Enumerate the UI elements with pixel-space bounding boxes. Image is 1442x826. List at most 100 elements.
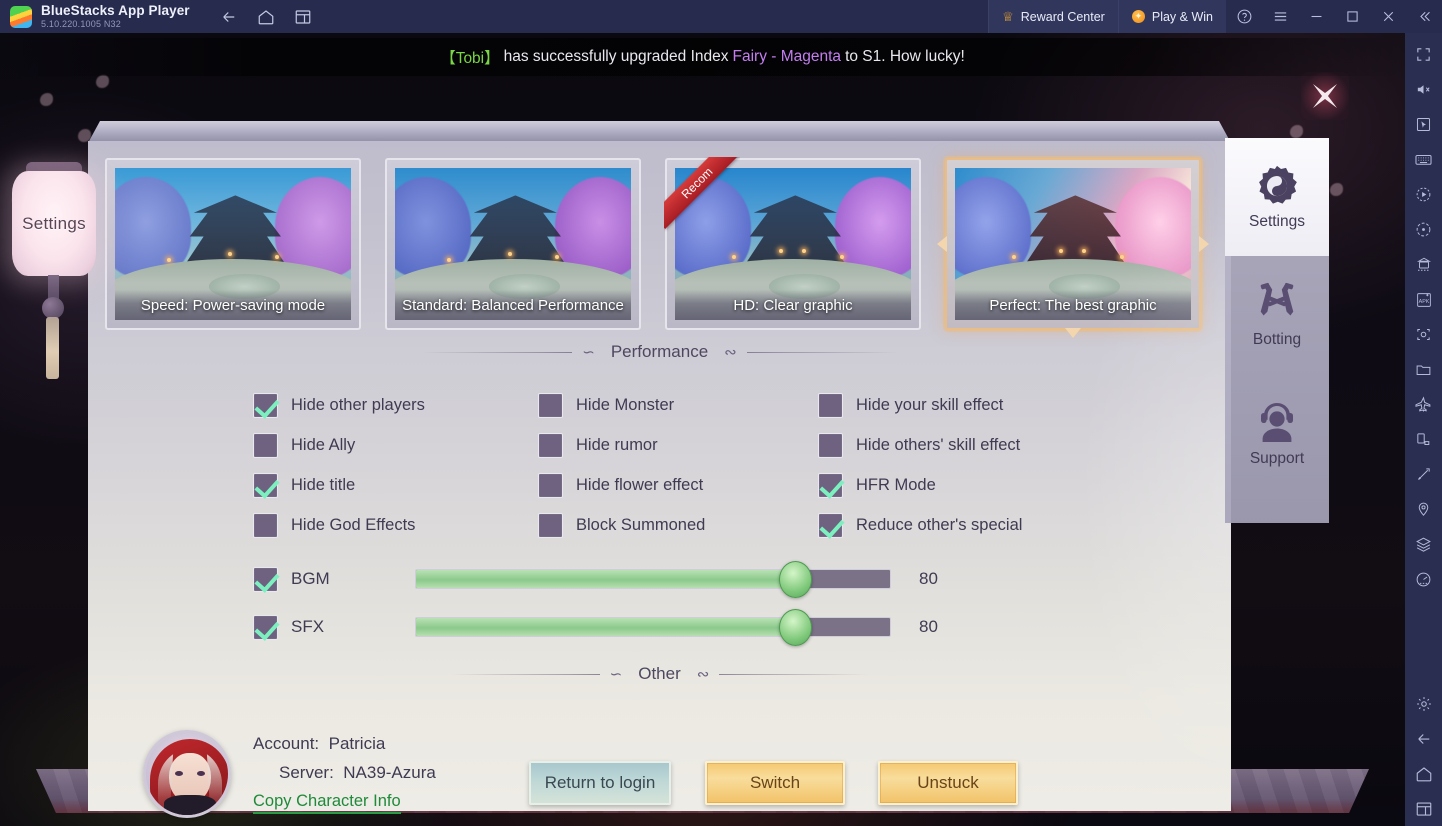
titlebar-nav-group	[212, 2, 320, 32]
preset-standard[interactable]: Standard: Balanced Performance	[385, 158, 641, 330]
settings-lantern-tab[interactable]: Settings	[6, 162, 100, 411]
option-label: Hide others' skill effect	[856, 436, 1021, 454]
performance-button[interactable]	[1405, 562, 1442, 597]
bluestacks-settings-button[interactable]	[1405, 686, 1442, 721]
notification-end-text: to S1. How lucky!	[845, 48, 965, 65]
option-hide-title[interactable]: Hide title	[253, 473, 538, 498]
bgm-slider-fill	[416, 570, 796, 588]
checkbox[interactable]	[538, 433, 563, 458]
close-button[interactable]	[1370, 0, 1406, 33]
checkbox[interactable]	[538, 473, 563, 498]
option-hfr-mode[interactable]: HFR Mode	[818, 473, 1118, 498]
checkbox[interactable]	[253, 393, 278, 418]
checkbox[interactable]	[538, 513, 563, 538]
minimize-button[interactable]	[1298, 0, 1334, 33]
preset-speed[interactable]: Speed: Power-saving mode	[105, 158, 361, 330]
unstuck-button[interactable]: Unstuck	[878, 761, 1018, 805]
other-section-header: ∽ Other ∾	[88, 661, 1231, 687]
sfx-label: SFX	[291, 617, 325, 636]
pointer-button[interactable]	[1405, 107, 1442, 142]
avatar[interactable]	[143, 730, 231, 818]
app-title-block: BlueStacks App Player 5.10.220.1005 N32	[41, 4, 190, 30]
back-button[interactable]	[212, 2, 246, 32]
layers-button[interactable]	[1405, 527, 1442, 562]
notification-close-button[interactable]	[1297, 68, 1353, 124]
rail-botting[interactable]: Botting	[1225, 256, 1329, 374]
option-hide-flower-effect[interactable]: Hide flower effect	[538, 473, 818, 498]
checkbox[interactable]	[253, 473, 278, 498]
home-button[interactable]	[249, 2, 283, 32]
reward-center-label: Reward Center	[1020, 9, 1105, 24]
performance-icon	[1416, 572, 1431, 587]
arrow-left-icon	[222, 11, 234, 22]
play-and-win-button[interactable]: ✦ Play & Win	[1117, 0, 1226, 33]
rotate-button[interactable]	[1405, 422, 1442, 457]
install-apk-button[interactable]: APK	[1405, 282, 1442, 317]
recents-icon	[1416, 801, 1431, 816]
sfx-checkbox[interactable]	[253, 614, 278, 640]
checkbox[interactable]	[538, 393, 563, 418]
checkbox[interactable]	[818, 473, 843, 498]
rail-settings[interactable]: Settings	[1225, 138, 1329, 256]
copy-character-info-link[interactable]: Copy Character Info	[253, 792, 401, 814]
bgm-slider-knob[interactable]	[778, 560, 812, 598]
sfx-slider-track[interactable]	[415, 608, 891, 646]
divider-left	[449, 673, 600, 675]
macro-button[interactable]	[1405, 212, 1442, 247]
trim-button[interactable]	[1405, 457, 1442, 492]
account-block: Account: Patricia Server: NA39-Azura Cop…	[143, 730, 436, 818]
checkbox[interactable]	[818, 433, 843, 458]
option-hide-your-skill-effect[interactable]: Hide your skill effect	[818, 393, 1118, 418]
android-recents-button[interactable]	[1405, 791, 1442, 826]
record-button[interactable]	[1405, 177, 1442, 212]
rail-label: Support	[1249, 450, 1305, 467]
divider-right	[719, 673, 870, 675]
option-hide-other-players[interactable]: Hide other players	[253, 393, 538, 418]
bgm-slider-track[interactable]	[415, 560, 891, 598]
option-reduce-others-special[interactable]: Reduce other's special	[818, 513, 1118, 538]
rail-support[interactable]: Support	[1225, 374, 1329, 492]
preset-thumbnail: Standard: Balanced Performance	[395, 168, 631, 320]
minimize-icon	[1311, 15, 1321, 18]
switch-button[interactable]: Switch	[705, 761, 845, 805]
bluestacks-titlebar: BlueStacks App Player 5.10.220.1005 N32 …	[0, 0, 1442, 33]
maximize-button[interactable]	[1334, 0, 1370, 33]
preset-perfect[interactable]: Perfect: The best graphic	[937, 158, 1209, 338]
media-folder-button[interactable]	[1405, 352, 1442, 387]
app-title: BlueStacks App Player	[41, 2, 190, 18]
screenshot-button[interactable]	[1405, 317, 1442, 352]
android-home-button[interactable]	[1405, 756, 1442, 791]
mute-button[interactable]	[1405, 72, 1442, 107]
option-hide-god-effects[interactable]: Hide God Effects	[253, 513, 538, 538]
svg-text:APK: APK	[1418, 299, 1429, 305]
multi-instance-button[interactable]	[286, 2, 320, 32]
help-button[interactable]	[1226, 0, 1262, 33]
selection-arrow-right-icon	[1199, 236, 1209, 252]
keyboard-controls-button[interactable]	[1405, 142, 1442, 177]
preset-hd[interactable]: Recom HD: Clear graphic	[664, 157, 921, 330]
option-hide-ally[interactable]: Hide Ally	[253, 433, 538, 458]
sfx-slider-knob[interactable]	[778, 608, 812, 646]
instance-manager-button[interactable]	[1405, 247, 1442, 282]
android-back-button[interactable]	[1405, 721, 1442, 756]
airplane-button[interactable]	[1405, 387, 1442, 422]
notification-banner: 【Tobi】 has successfully upgraded Index F…	[0, 38, 1405, 76]
return-to-login-button[interactable]: Return to login	[529, 761, 671, 805]
location-button[interactable]	[1405, 492, 1442, 527]
menu-button[interactable]	[1262, 0, 1298, 33]
collapse-sidebar-button[interactable]	[1406, 0, 1442, 33]
fullscreen-button[interactable]	[1405, 37, 1442, 72]
bgm-checkbox[interactable]	[253, 566, 278, 592]
checkbox[interactable]	[818, 393, 843, 418]
titlebar-right-group: ♕ Reward Center ✦ Play & Win	[988, 0, 1442, 33]
checkbox[interactable]	[818, 513, 843, 538]
settings-gear-icon	[1416, 696, 1431, 711]
selection-arrow-left-icon	[937, 236, 947, 252]
option-hide-rumor[interactable]: Hide rumor	[538, 433, 818, 458]
option-hide-others-skill-effect[interactable]: Hide others' skill effect	[818, 433, 1118, 458]
option-block-summoned[interactable]: Block Summoned	[538, 513, 818, 538]
checkbox[interactable]	[253, 513, 278, 538]
reward-center-button[interactable]: ♕ Reward Center	[988, 0, 1118, 33]
option-hide-monster[interactable]: Hide Monster	[538, 393, 818, 418]
checkbox[interactable]	[253, 433, 278, 458]
